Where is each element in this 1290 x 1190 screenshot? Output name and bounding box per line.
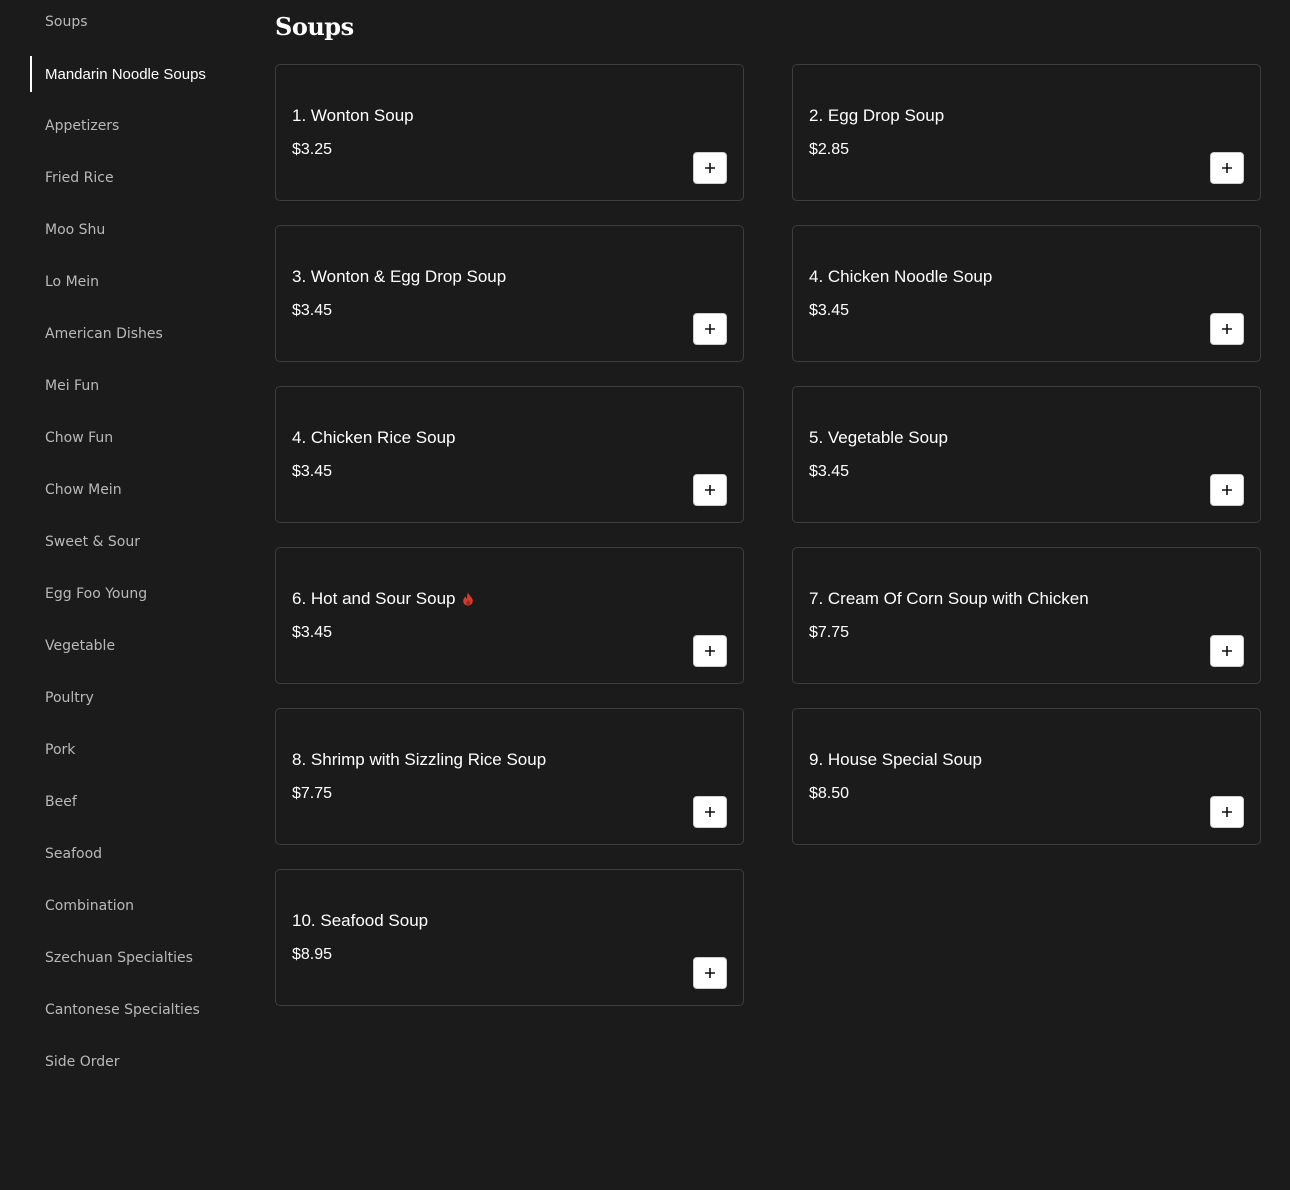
- flame-icon: [462, 592, 473, 606]
- add-to-cart-button[interactable]: [693, 474, 727, 506]
- menu-item-card[interactable]: 7. Cream Of Corn Soup with Chicken $7.75: [792, 547, 1261, 684]
- add-to-cart-button[interactable]: [1210, 474, 1244, 506]
- menu-item-name: 5. Vegetable Soup: [809, 428, 948, 447]
- section-title: Soups: [275, 12, 354, 41]
- add-to-cart-button[interactable]: [693, 957, 727, 989]
- menu-item-name: 6. Hot and Sour Soup: [292, 589, 474, 609]
- menu-item-card[interactable]: 6. Hot and Sour Soup $3.45: [275, 547, 744, 684]
- sidebar-item-cantonese-specialties[interactable]: Cantonese Specialties: [30, 992, 240, 1028]
- menu-item-name: 9. House Special Soup: [809, 750, 982, 769]
- sidebar-item-beef[interactable]: Beef: [30, 784, 240, 820]
- plus-icon: [705, 968, 715, 978]
- menu-item-card[interactable]: 5. Vegetable Soup $3.45: [792, 386, 1261, 523]
- add-to-cart-button[interactable]: [1210, 635, 1244, 667]
- sidebar-item-egg-foo-young[interactable]: Egg Foo Young: [30, 576, 240, 612]
- sidebar-item-poultry[interactable]: Poultry: [30, 680, 240, 716]
- plus-icon: [705, 485, 715, 495]
- plus-icon: [1222, 646, 1232, 656]
- menu-item-card[interactable]: 8. Shrimp with Sizzling Rice Soup $7.75: [275, 708, 744, 845]
- sidebar-item-szechuan-specialties[interactable]: Szechuan Specialties: [30, 940, 240, 976]
- menu-item-price: $2.85: [809, 141, 850, 158]
- menu-item-price: $8.50: [809, 785, 850, 802]
- sidebar-item-vegetable[interactable]: Vegetable: [30, 628, 240, 664]
- sidebar-item-combination[interactable]: Combination: [30, 888, 240, 924]
- menu-item-price: $7.75: [809, 624, 850, 641]
- menu-item-name: 4. Chicken Noodle Soup: [809, 267, 993, 286]
- plus-icon: [1222, 807, 1232, 817]
- menu-item-name: 10. Seafood Soup: [292, 911, 429, 930]
- add-to-cart-button[interactable]: [693, 152, 727, 184]
- menu-item-name: 1. Wonton Soup: [292, 106, 414, 125]
- menu-item-price: $3.45: [292, 624, 333, 641]
- plus-icon: [1222, 485, 1232, 495]
- menu-item-price: $3.25: [292, 141, 333, 158]
- add-to-cart-button[interactable]: [693, 313, 727, 345]
- menu-item-price: $3.45: [809, 463, 850, 480]
- menu-item-card[interactable]: 3. Wonton & Egg Drop Soup $3.45: [275, 225, 744, 362]
- menu-item-card[interactable]: 9. House Special Soup $8.50: [792, 708, 1261, 845]
- add-to-cart-button[interactable]: [693, 635, 727, 667]
- plus-icon: [1222, 163, 1232, 173]
- plus-icon: [705, 163, 715, 173]
- sidebar-item-fried-rice[interactable]: Fried Rice: [30, 160, 240, 196]
- sidebar-item-soups[interactable]: Soups: [30, 4, 240, 40]
- menu-item-card[interactable]: 1. Wonton Soup $3.25: [275, 64, 744, 201]
- menu-item-name: 2. Egg Drop Soup: [809, 106, 945, 125]
- menu-item-card[interactable]: 4. Chicken Noodle Soup $3.45: [792, 225, 1261, 362]
- add-to-cart-button[interactable]: [1210, 313, 1244, 345]
- sidebar-item-american-dishes[interactable]: American Dishes: [30, 316, 240, 352]
- category-sidebar: Soups Mandarin Noodle Soups Appetizers F…: [0, 0, 250, 1190]
- menu-item-name: 7. Cream Of Corn Soup with Chicken: [809, 589, 1089, 608]
- menu-item-card[interactable]: 2. Egg Drop Soup $2.85: [792, 64, 1261, 201]
- sidebar-item-seafood[interactable]: Seafood: [30, 836, 240, 872]
- plus-icon: [1222, 324, 1232, 334]
- menu-item-price: $3.45: [809, 302, 850, 319]
- sidebar-item-mandarin-noodle-soups[interactable]: Mandarin Noodle Soups: [30, 56, 240, 92]
- menu-item-price: $7.75: [292, 785, 333, 802]
- menu-item-name: 3. Wonton & Egg Drop Soup: [292, 267, 507, 286]
- plus-icon: [705, 807, 715, 817]
- add-to-cart-button[interactable]: [1210, 152, 1244, 184]
- sidebar-item-mei-fun[interactable]: Mei Fun: [30, 368, 240, 404]
- menu-item-name: 8. Shrimp with Sizzling Rice Soup: [292, 750, 547, 769]
- sidebar-item-pork[interactable]: Pork: [30, 732, 240, 768]
- menu-item-card[interactable]: 10. Seafood Soup $8.95: [275, 869, 744, 1006]
- plus-icon: [705, 646, 715, 656]
- sidebar-item-chow-mein[interactable]: Chow Mein: [30, 472, 240, 508]
- menu-item-price: $3.45: [292, 463, 333, 480]
- menu-item-name: 4. Chicken Rice Soup: [292, 428, 456, 447]
- menu-item-price: $8.95: [292, 946, 333, 963]
- sidebar-item-appetizers[interactable]: Appetizers: [30, 108, 240, 144]
- sidebar-item-lo-mein[interactable]: Lo Mein: [30, 264, 240, 300]
- add-to-cart-button[interactable]: [693, 796, 727, 828]
- menu-item-price: $3.45: [292, 302, 333, 319]
- plus-icon: [705, 324, 715, 334]
- sidebar-item-moo-shu[interactable]: Moo Shu: [30, 212, 240, 248]
- sidebar-item-sweet-sour[interactable]: Sweet & Sour: [30, 524, 240, 560]
- add-to-cart-button[interactable]: [1210, 796, 1244, 828]
- menu-item-card[interactable]: 4. Chicken Rice Soup $3.45: [275, 386, 744, 523]
- sidebar-item-side-order[interactable]: Side Order: [30, 1044, 240, 1080]
- sidebar-item-chow-fun[interactable]: Chow Fun: [30, 420, 240, 456]
